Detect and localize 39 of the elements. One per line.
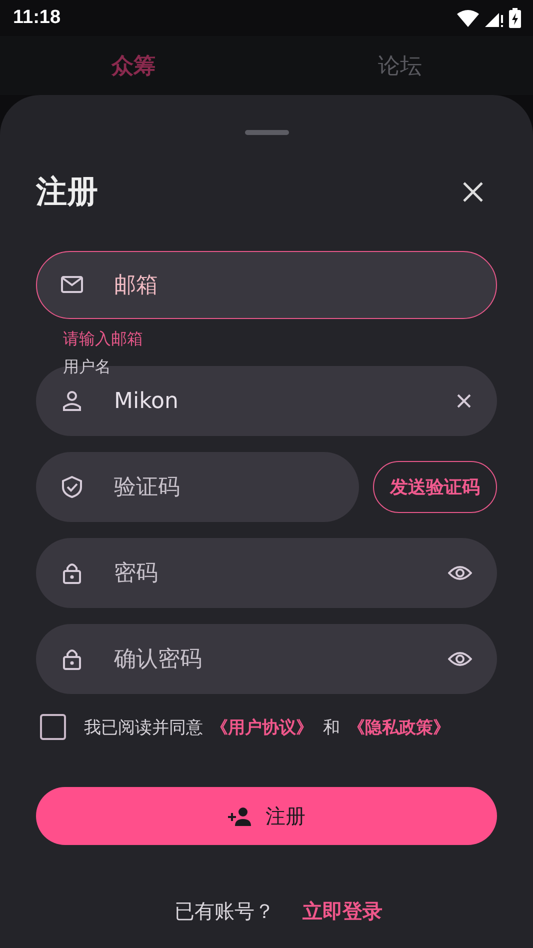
login-link[interactable]: 立即登录	[302, 898, 382, 924]
register-button[interactable]: 注册	[36, 787, 497, 845]
status-time: 11:18	[13, 7, 61, 29]
input-field[interactable]: 验证码	[114, 470, 334, 504]
lock-icon	[61, 562, 83, 584]
drag-handle[interactable]	[244, 130, 288, 135]
send-code-button[interactable]: 发送验证码	[373, 461, 497, 513]
text-field[interactable]: 确认密码	[36, 624, 497, 694]
footer-text: 已有账号？	[174, 898, 274, 924]
input-field[interactable]: 密码	[114, 556, 448, 590]
text-field[interactable]: 邮箱	[36, 251, 497, 319]
shield-check-icon	[61, 476, 83, 498]
add-person-icon	[228, 806, 252, 826]
privacy-link[interactable]: 《隐私政策》	[348, 716, 450, 738]
clear-button[interactable]	[456, 393, 472, 409]
input-field[interactable]: 邮箱	[114, 268, 472, 302]
text-field[interactable]: 验证码	[36, 452, 359, 522]
battery-icon	[509, 8, 521, 28]
input-field[interactable]: 确认密码	[114, 642, 448, 676]
visibility-toggle[interactable]	[448, 651, 472, 667]
text-field[interactable]: 密码	[36, 538, 497, 608]
terms-link[interactable]: 《用户协议》	[211, 716, 313, 738]
lock-icon	[61, 648, 83, 670]
sheet-title: 注册	[36, 173, 98, 212]
mail-icon	[61, 274, 83, 296]
close-button[interactable]	[461, 180, 485, 204]
person-icon	[61, 390, 83, 412]
agreement-text: 我已阅读并同意	[84, 716, 203, 738]
visibility-toggle[interactable]	[448, 565, 472, 581]
error-message: 请输入邮箱	[63, 329, 144, 349]
eye-icon	[448, 565, 472, 581]
checkbox[interactable]	[40, 714, 66, 740]
eye-icon	[448, 651, 472, 667]
clear-icon	[456, 393, 472, 409]
conjunction-text: 和	[323, 716, 340, 738]
input-field[interactable]: Mikon	[114, 384, 456, 418]
tab[interactable]: 论坛	[266, 36, 533, 95]
close-icon	[461, 180, 485, 204]
wifi-icon	[457, 9, 479, 27]
